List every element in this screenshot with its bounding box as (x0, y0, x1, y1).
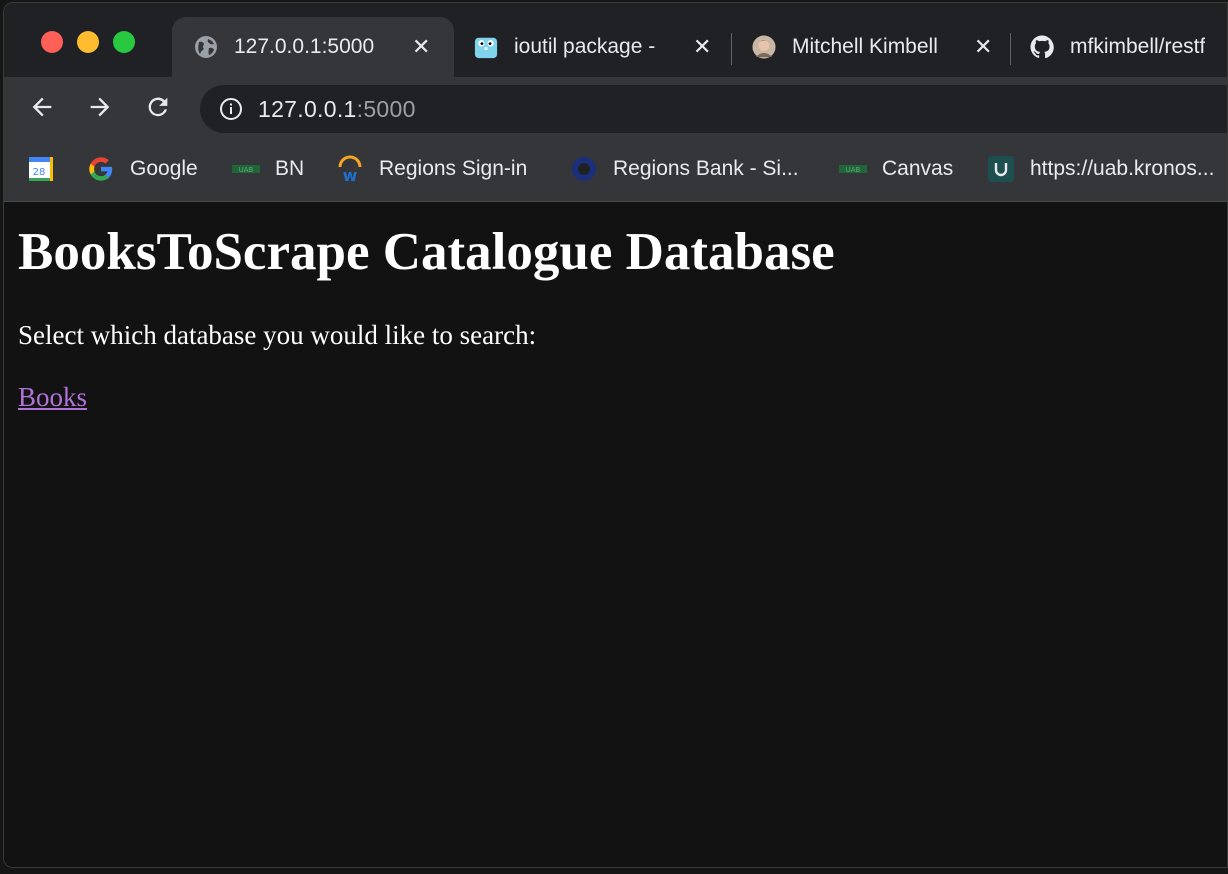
back-arrow-icon[interactable] (26, 91, 58, 123)
calendar-badge-text: 28 (33, 167, 46, 178)
bookmarks-bar: 28 Google UAB BN w Regions Sign-in Regio… (4, 139, 1227, 202)
tab-title: Mitchell Kimbell (792, 35, 938, 58)
browser-window: 127.0.0.1:5000 ✕ ioutil package - ✕ Mitc… (3, 2, 1228, 868)
books-link[interactable]: Books (18, 380, 87, 414)
bookmark-google[interactable]: Google (86, 154, 198, 184)
bookmark-kronos[interactable]: https://uab.kronos... (986, 154, 1214, 184)
tab-ioutil[interactable]: ioutil package - ✕ (454, 17, 732, 77)
svg-text:UAB: UAB (846, 166, 861, 174)
go-gopher-icon (474, 35, 498, 59)
tab-separator (731, 33, 732, 65)
tab-separator (1010, 33, 1011, 65)
close-window-button[interactable] (41, 31, 63, 53)
bookmark-regions-sign-in[interactable]: w Regions Sign-in (335, 154, 527, 184)
bookmark-label: Regions Bank - Si... (613, 157, 799, 180)
bookmark-label: Canvas (882, 157, 954, 180)
uab-icon: UAB (838, 154, 868, 184)
tab-github-repo[interactable]: mfkimbell/restf (1012, 17, 1227, 77)
globe-icon (194, 35, 218, 59)
svg-text:UAB: UAB (239, 166, 254, 174)
calendar-icon: 28 (26, 154, 56, 184)
navigation-toolbar: 127.0.0.1:5000 (4, 77, 1227, 139)
workday-icon: w (335, 154, 365, 184)
close-tab-icon[interactable]: ✕ (693, 34, 711, 60)
tab-strip: 127.0.0.1:5000 ✕ ioutil package - ✕ Mitc… (4, 3, 1227, 77)
github-icon (1030, 35, 1054, 59)
database-prompt: Select which database you would like to … (18, 320, 537, 350)
regions-ring-icon (569, 154, 599, 184)
reload-icon[interactable] (142, 91, 174, 123)
forward-arrow-icon[interactable] (84, 91, 116, 123)
tab-title: 127.0.0.1:5000 (234, 35, 375, 58)
tab-mitchell-kimbell[interactable]: Mitchell Kimbell ✕ (734, 17, 1010, 77)
url-host: 127.0.0.1 (258, 95, 357, 122)
kronos-icon (986, 154, 1016, 184)
bookmark-bn[interactable]: UAB BN (231, 154, 304, 184)
url-text: 127.0.0.1:5000 (258, 96, 416, 123)
google-icon (86, 154, 116, 184)
site-info-icon[interactable] (218, 96, 244, 122)
svg-text:w: w (343, 166, 358, 183)
page-content: BooksToScrape Catalogue Database Select … (4, 202, 1227, 867)
bookmark-regions-bank[interactable]: Regions Bank - Si... (569, 154, 799, 184)
minimize-window-button[interactable] (77, 31, 99, 53)
bookmark-label: https://uab.kronos... (1030, 157, 1215, 180)
close-tab-icon[interactable]: ✕ (412, 34, 430, 60)
zoom-window-button[interactable] (113, 31, 135, 53)
tab-localhost[interactable]: 127.0.0.1:5000 ✕ (172, 17, 454, 77)
uab-icon: UAB (231, 154, 261, 184)
close-tab-icon[interactable]: ✕ (974, 34, 992, 60)
url-port: :5000 (356, 95, 416, 122)
bookmark-label: Regions Sign-in (379, 157, 528, 180)
profile-avatar-icon (752, 35, 776, 59)
bookmark-label: BN (275, 157, 305, 180)
bookmark-canvas[interactable]: UAB Canvas (838, 154, 953, 184)
address-bar[interactable]: 127.0.0.1:5000 (200, 85, 1227, 133)
tab-title: mfkimbell/restf (1070, 35, 1206, 58)
bookmark-calendar[interactable]: 28 (26, 154, 70, 184)
tab-title: ioutil package - (514, 35, 656, 58)
page-title: BooksToScrape Catalogue Database (18, 223, 835, 281)
bookmark-label: Google (130, 157, 198, 180)
